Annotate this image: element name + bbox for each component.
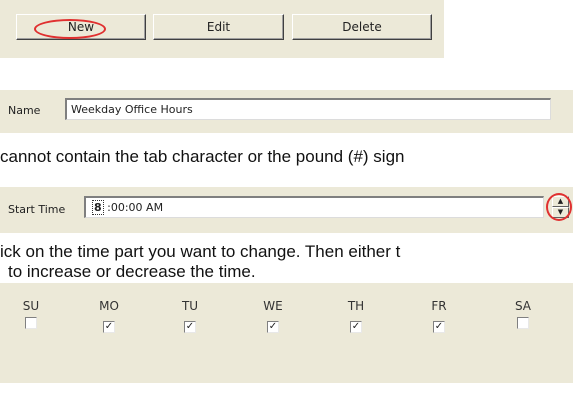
time-caption-2: to increase or decrease the time. (8, 262, 256, 281)
day-su[interactable]: SU (13, 299, 49, 333)
day-label: TU (181, 299, 199, 313)
day-checkbox-mo[interactable]: ✓ (103, 321, 115, 333)
day-mo[interactable]: MO ✓ (91, 299, 127, 333)
day-th[interactable]: TH ✓ (338, 299, 374, 333)
day-checkbox-tu[interactable]: ✓ (184, 321, 196, 333)
edit-button-label: Edit (206, 20, 231, 34)
day-tu[interactable]: TU ✓ (172, 299, 208, 333)
day-label: FR (431, 299, 447, 313)
day-checkbox-th[interactable]: ✓ (350, 321, 362, 333)
day-checkbox-we[interactable]: ✓ (267, 321, 279, 333)
name-label: Name (8, 104, 41, 117)
time-caption-1: ick on the time part you want to change.… (0, 242, 401, 261)
new-button-label: New (67, 20, 95, 34)
edit-button[interactable]: Edit (153, 14, 284, 40)
day-fr[interactable]: FR ✓ (421, 299, 457, 333)
day-label: SA (514, 299, 532, 313)
day-label: WE (263, 299, 283, 313)
name-caption: cannot contain the tab character or the … (0, 147, 405, 166)
day-checkbox-fr[interactable]: ✓ (433, 321, 445, 333)
day-label: TH (347, 299, 365, 313)
down-arrow-icon[interactable]: ▼ (552, 207, 569, 218)
start-time-rest: :00:00 AM (103, 201, 164, 214)
start-time-input[interactable]: 8 :00:00 AM (84, 196, 544, 218)
start-time-spinner[interactable]: ▲ ▼ (552, 196, 569, 218)
day-sa[interactable]: SA (505, 299, 541, 333)
start-time-hour[interactable]: 8 (92, 200, 104, 215)
day-label: MO (99, 299, 119, 313)
start-time-label: Start Time (8, 203, 66, 216)
up-arrow-icon[interactable]: ▲ (552, 196, 569, 207)
start-time-panel: Start Time 8 :00:00 AM ▲ ▼ (0, 187, 573, 233)
name-input[interactable] (65, 98, 551, 120)
toolbar-panel: New Edit Delete (0, 0, 444, 58)
name-panel: Name (0, 90, 573, 133)
new-button[interactable]: New (16, 14, 146, 40)
day-checkbox-su[interactable] (25, 317, 37, 329)
day-we[interactable]: WE ✓ (255, 299, 291, 333)
day-checkbox-sa[interactable] (517, 317, 529, 329)
delete-button-label: Delete (342, 20, 382, 34)
days-panel: SU MO ✓ TU ✓ WE ✓ TH ✓ FR ✓ SA (0, 283, 573, 383)
delete-button[interactable]: Delete (292, 14, 432, 40)
day-label: SU (22, 299, 40, 313)
